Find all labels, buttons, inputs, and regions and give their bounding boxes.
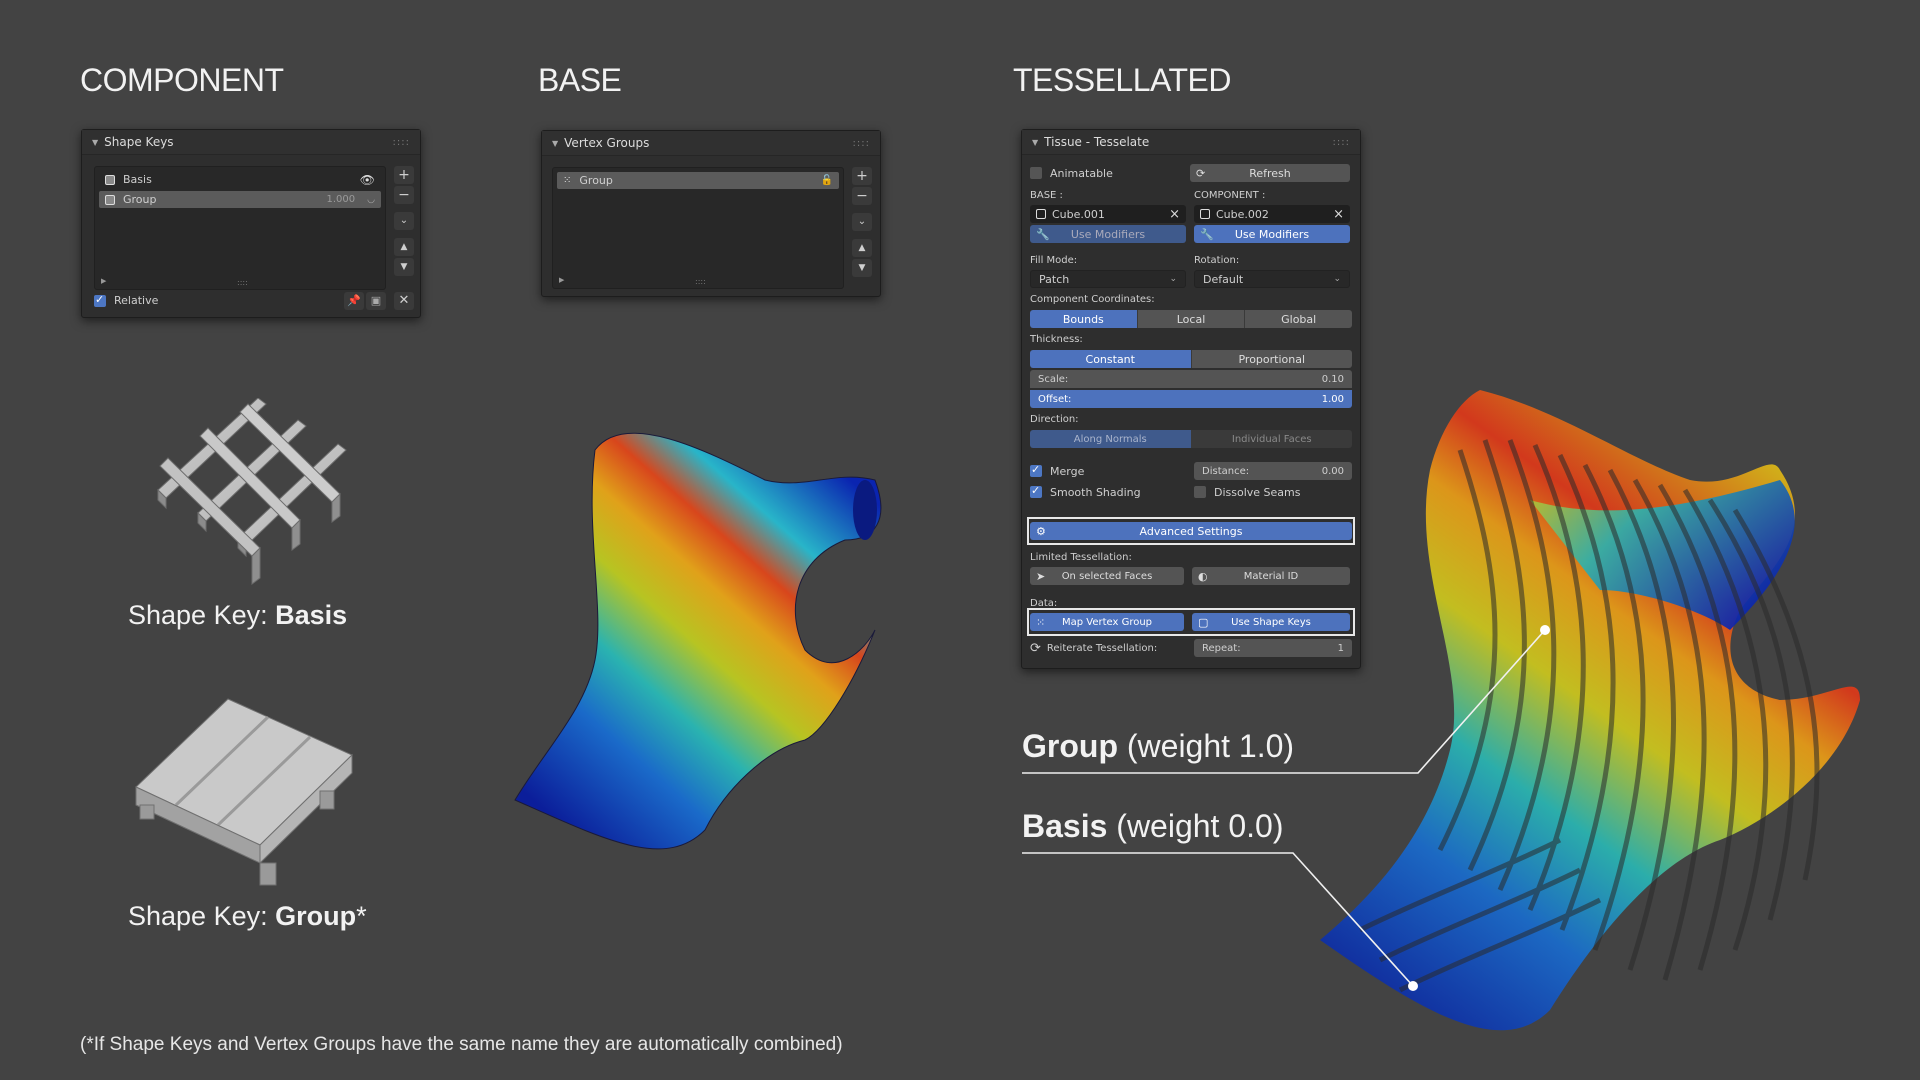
annotation-lines [1022,625,1550,991]
basis-weight-annotation: Basis (weight 0.0) [1022,808,1284,844]
group-weight-annotation: Group (weight 1.0) [1022,728,1295,764]
footnote: (*If Shape Keys and Vertex Groups have t… [80,1034,843,1055]
